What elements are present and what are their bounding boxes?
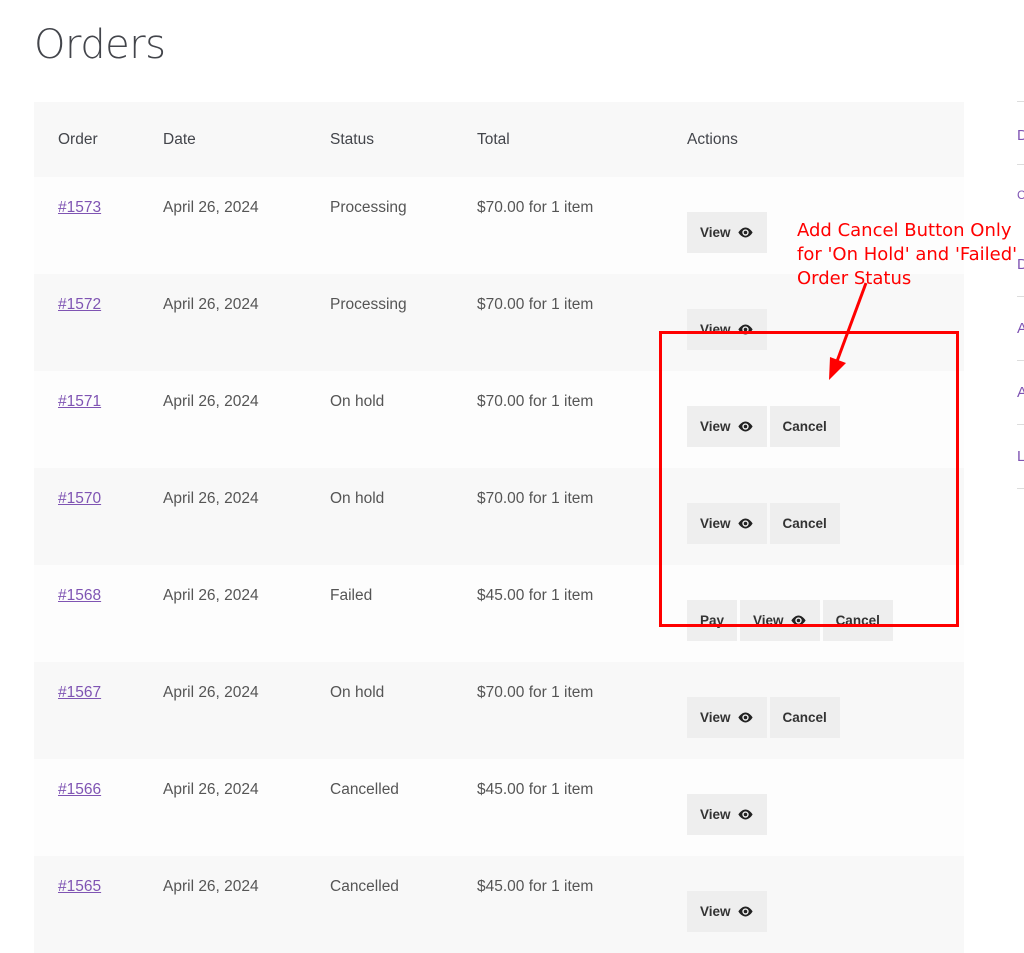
order-number-link[interactable]: #1567	[58, 684, 101, 701]
sidebar-item[interactable]: A	[1017, 320, 1024, 337]
table-header-row: Order Date Status Total Actions	[34, 102, 964, 177]
order-number-link[interactable]: #1571	[58, 393, 101, 410]
sidebar-divider	[1017, 360, 1024, 361]
order-status: Cancelled	[330, 759, 477, 856]
sidebar-item[interactable]: L	[1017, 448, 1024, 465]
view-button-label: View	[700, 904, 731, 919]
order-status: On hold	[330, 662, 477, 759]
table-row: #1566 April 26, 2024 Cancelled $45.00 fo…	[34, 759, 964, 856]
header-total[interactable]: Total	[477, 102, 687, 177]
sidebar-item[interactable]: D	[1017, 256, 1024, 273]
order-number-link[interactable]: #1565	[58, 878, 101, 895]
sidebar-divider	[1017, 488, 1024, 489]
order-actions: View	[687, 856, 964, 953]
sidebar-item[interactable]: C	[1017, 188, 1024, 202]
eye-icon	[737, 712, 753, 723]
view-button[interactable]: View	[687, 794, 767, 835]
cancel-button[interactable]: Cancel	[769, 697, 840, 738]
order-date: April 26, 2024	[163, 274, 330, 371]
header-date[interactable]: Date	[163, 102, 330, 177]
order-date: April 26, 2024	[163, 565, 330, 662]
order-date: April 26, 2024	[163, 856, 330, 953]
order-status: Processing	[330, 177, 477, 274]
annotation-line-1: Add Cancel Button Only	[797, 220, 1012, 241]
header-status[interactable]: Status	[330, 102, 477, 177]
order-date: April 26, 2024	[163, 177, 330, 274]
order-actions: View Cancel	[687, 662, 964, 759]
order-number-link[interactable]: #1573	[58, 199, 101, 216]
order-status: Cancelled	[330, 856, 477, 953]
order-number-link[interactable]: #1566	[58, 781, 101, 798]
sidebar-item[interactable]: D	[1017, 127, 1024, 144]
order-total: $70.00 for 1 item	[477, 274, 687, 371]
order-date: April 26, 2024	[163, 371, 330, 468]
order-number-link[interactable]: #1568	[58, 587, 101, 604]
header-order[interactable]: Order	[34, 102, 163, 177]
order-total: $45.00 for 1 item	[477, 759, 687, 856]
sidebar-divider	[1017, 424, 1024, 425]
annotation-line-3: Order Status	[797, 268, 912, 289]
order-status: Processing	[330, 274, 477, 371]
order-total: $70.00 for 1 item	[477, 177, 687, 274]
sidebar-item[interactable]: A	[1017, 384, 1024, 401]
sidebar-divider	[1017, 101, 1024, 102]
view-button[interactable]: View	[687, 697, 767, 738]
order-total: $70.00 for 1 item	[477, 371, 687, 468]
view-button[interactable]: View	[687, 891, 767, 932]
view-button-label: View	[700, 807, 731, 822]
order-total: $45.00 for 1 item	[477, 565, 687, 662]
view-button-label: View	[700, 710, 731, 725]
eye-icon	[737, 906, 753, 917]
annotation-line-2: for 'On Hold' and 'Failed'	[797, 244, 1018, 265]
order-status: On hold	[330, 371, 477, 468]
annotation-highlight-box	[659, 331, 959, 627]
view-button-label: View	[700, 225, 731, 240]
order-total: $70.00 for 1 item	[477, 468, 687, 565]
header-actions: Actions	[687, 102, 964, 177]
order-number-link[interactable]: #1570	[58, 490, 101, 507]
sidebar-divider	[1017, 164, 1024, 165]
order-total: $45.00 for 1 item	[477, 856, 687, 953]
order-actions: View	[687, 759, 964, 856]
eye-icon	[737, 227, 753, 238]
view-button[interactable]: View	[687, 212, 767, 253]
page-title: Orders	[34, 22, 166, 68]
table-row: #1567 April 26, 2024 On hold $70.00 for …	[34, 662, 964, 759]
order-status: Failed	[330, 565, 477, 662]
sidebar-divider	[1017, 296, 1024, 297]
eye-icon	[737, 809, 753, 820]
order-date: April 26, 2024	[163, 759, 330, 856]
order-date: April 26, 2024	[163, 468, 330, 565]
order-total: $70.00 for 1 item	[477, 662, 687, 759]
table-row: #1565 April 26, 2024 Cancelled $45.00 fo…	[34, 856, 964, 953]
order-date: April 26, 2024	[163, 662, 330, 759]
order-status: On hold	[330, 468, 477, 565]
order-number-link[interactable]: #1572	[58, 296, 101, 313]
annotation-note: Add Cancel Button Only for 'On Hold' and…	[797, 219, 1017, 291]
